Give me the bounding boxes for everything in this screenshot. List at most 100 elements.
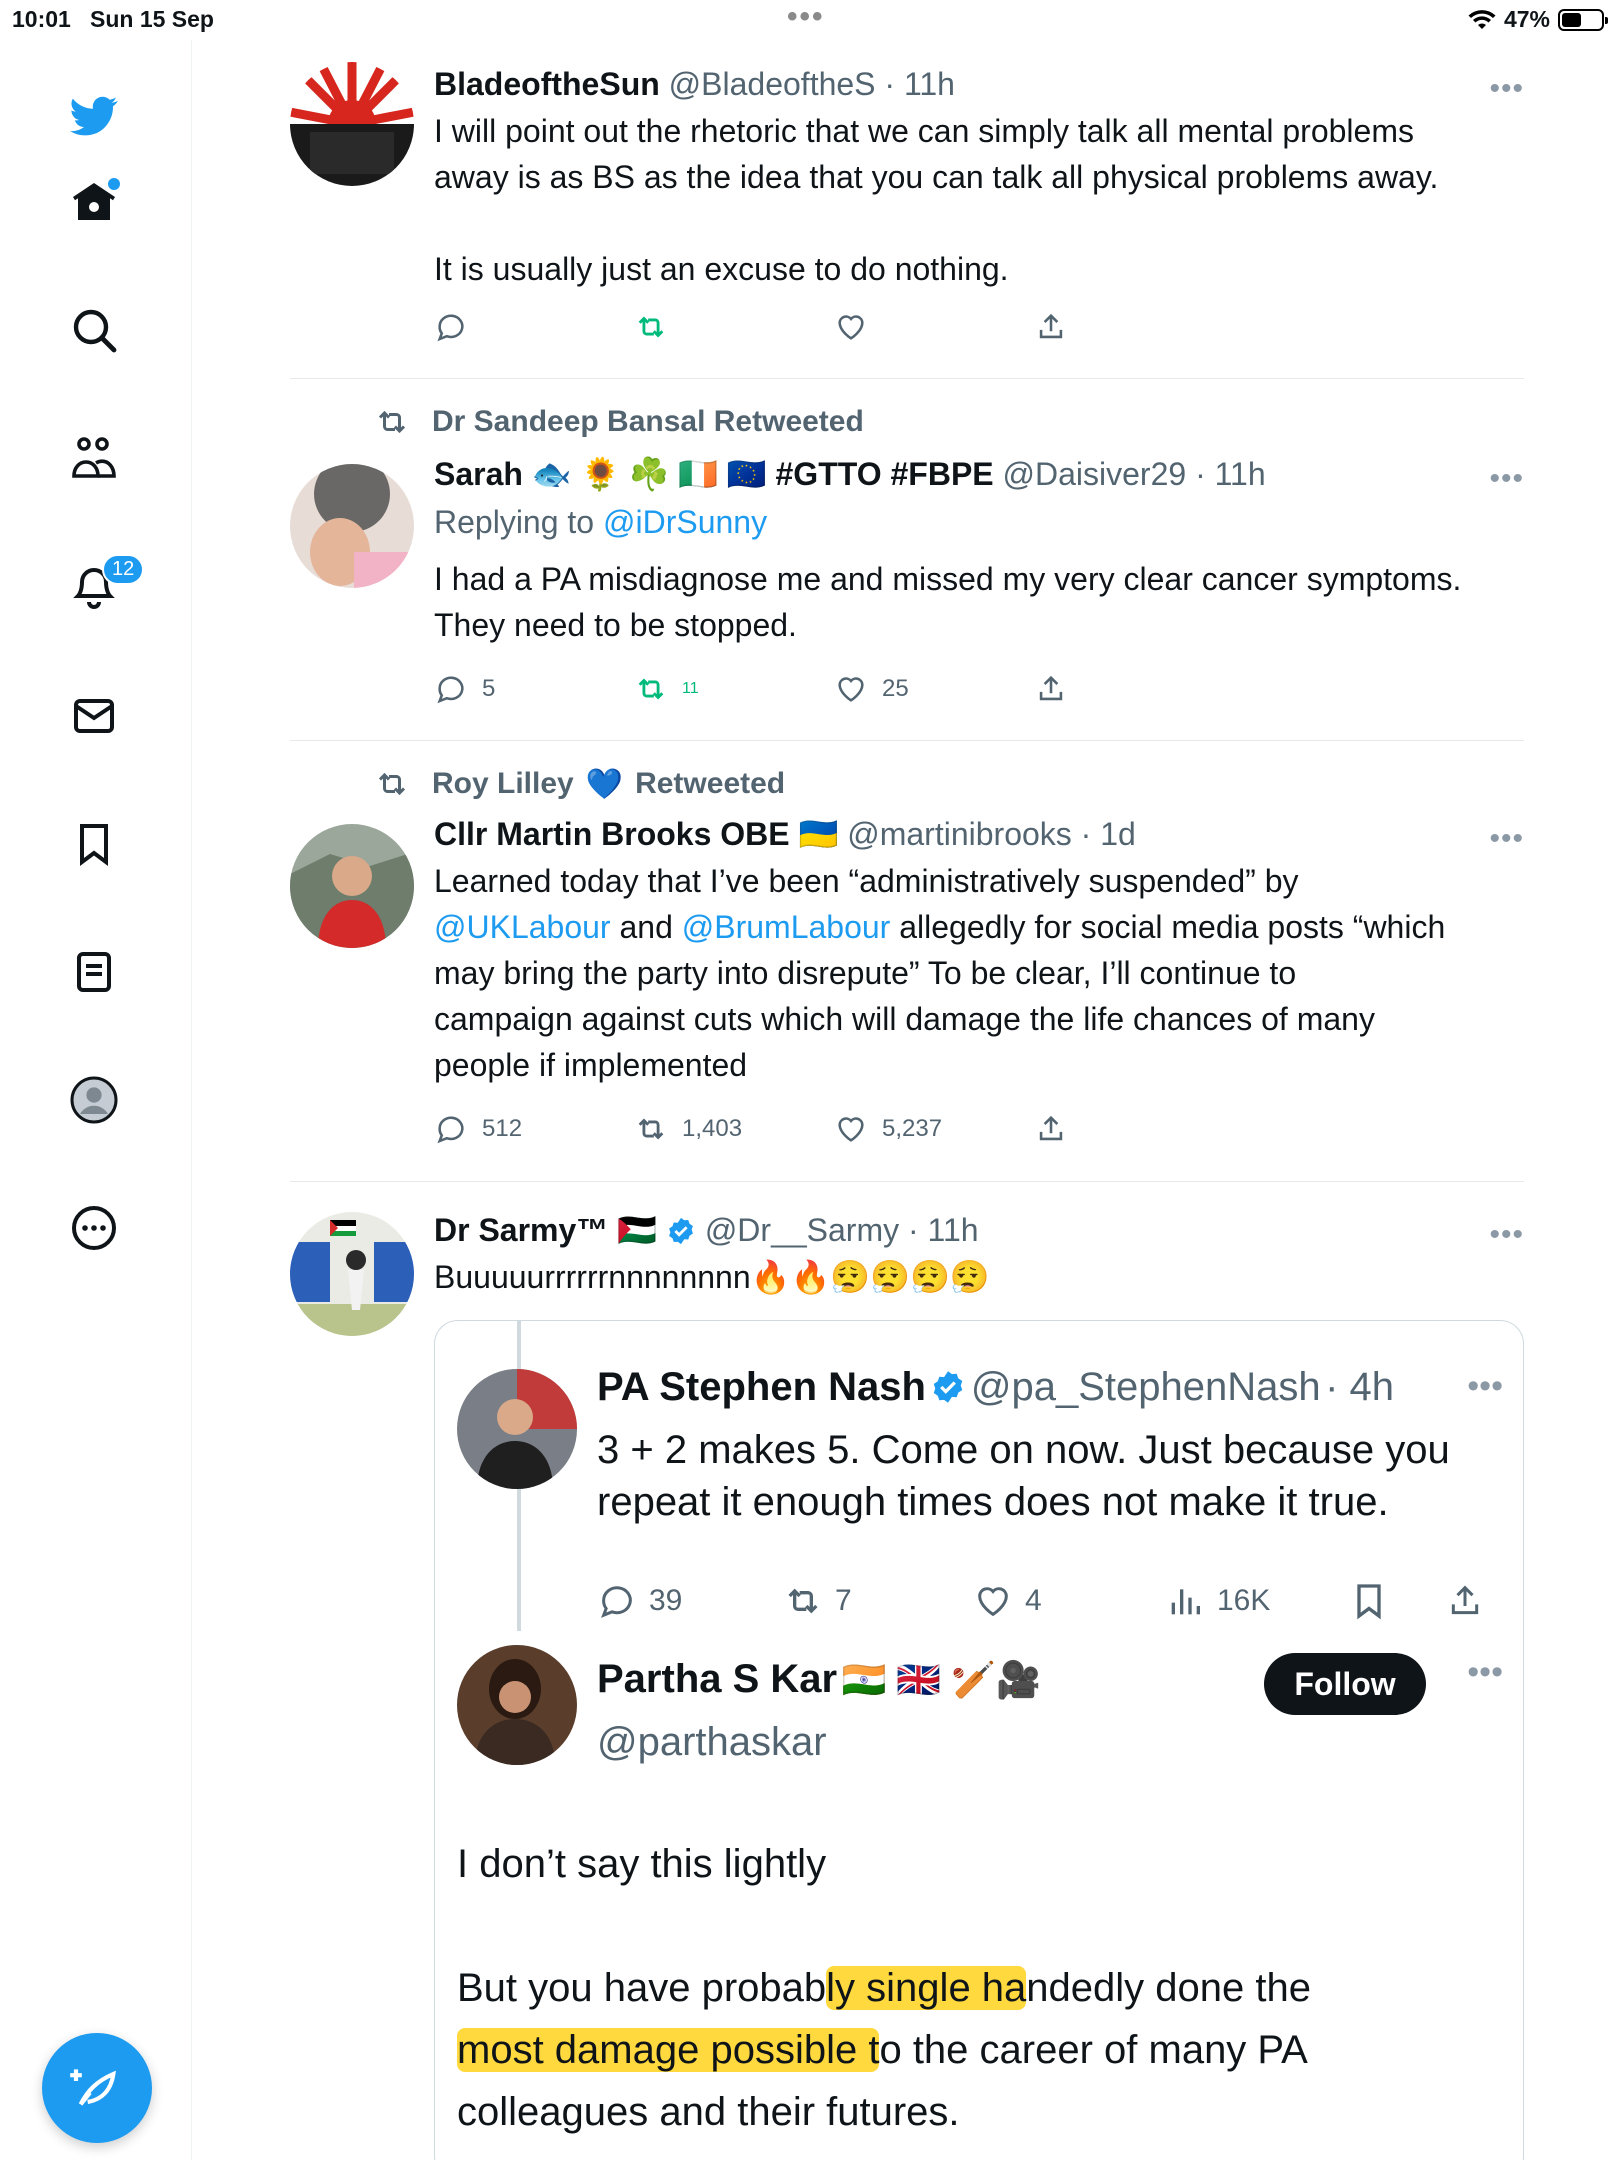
more-options-button[interactable]: ••• [1489, 462, 1524, 496]
like-count: 25 [882, 675, 909, 702]
wifi-icon [1468, 9, 1496, 29]
tweet-time[interactable]: · 11h [884, 66, 955, 102]
quoted-avatar-partha-kar[interactable] [457, 1645, 577, 1765]
profile-avatar-icon[interactable] [66, 1072, 122, 1128]
replying-to-link[interactable]: @iDrSunny [603, 504, 767, 540]
tweet-time[interactable]: · 11h [908, 1212, 979, 1248]
quoted-avatar-stephen-nash[interactable] [457, 1369, 577, 1489]
retweet-button[interactable] [634, 310, 668, 344]
reply-button[interactable]: 39 [597, 1581, 682, 1621]
compose-tweet-button[interactable] [42, 2033, 152, 2143]
status-time: 10:01 Sun 15 Sep [12, 6, 214, 32]
notifications-bell-icon[interactable]: 12 [66, 554, 145, 614]
like-count: 4 [1025, 1584, 1042, 1617]
reply-icon [437, 314, 464, 342]
status-bar: 10:01 Sun 15 Sep ••• 47% [0, 0, 1620, 40]
retweet-button[interactable]: 1,403 [634, 1112, 742, 1146]
tweet-sarah[interactable]: Dr Sandeep Bansal Retweeted Sarah 🐟 🌻 ☘️… [290, 404, 1524, 734]
author-name[interactable]: Partha S Kar [597, 1657, 837, 1701]
more-options-button[interactable]: ••• [1489, 72, 1524, 106]
retweet-button[interactable]: 11 [634, 672, 699, 706]
more-options-button[interactable]: ••• [1467, 1367, 1503, 1406]
reply-button[interactable]: 5 [434, 672, 495, 706]
quoted-tweet-stephen-nash[interactable]: PA Stephen Nash @pa_StephenNash · 4h •••… [597, 1359, 1503, 1620]
like-button[interactable]: 25 [834, 672, 909, 706]
author-handle[interactable]: @parthaskar [597, 1716, 1503, 1768]
retweet-indicator-icon [378, 410, 406, 434]
communities-icon[interactable] [66, 430, 122, 486]
bookmark-icon [1357, 1584, 1381, 1620]
like-button[interactable]: 5,237 [834, 1112, 942, 1146]
author-name[interactable]: Sarah [434, 456, 523, 492]
author-handle[interactable]: @pa_StephenNash [971, 1365, 1321, 1409]
avatar[interactable] [290, 464, 414, 588]
avatar[interactable] [290, 62, 414, 186]
reply-icon [601, 1586, 632, 1618]
mention-uklabour[interactable]: @UKLabour [434, 909, 611, 945]
tweet-bladeofthesun[interactable]: BladeoftheSun @BladeoftheS · 11h ••• I w… [290, 62, 1524, 362]
share-button[interactable] [1034, 672, 1068, 706]
mention-brumlabour[interactable]: @BrumLabour [682, 909, 891, 945]
author-handle[interactable]: @martinibrooks [847, 816, 1072, 852]
lists-icon[interactable] [66, 944, 122, 1000]
multitasking-dots[interactable]: ••• [787, 0, 825, 34]
author-name[interactable]: Dr Sarmy™ [434, 1212, 608, 1248]
quoted-thread-card[interactable]: PA Stephen Nash @pa_StephenNash · 4h •••… [434, 1320, 1524, 2160]
like-count: 5,237 [882, 1115, 943, 1142]
reply-count: 512 [482, 1115, 523, 1142]
author-name[interactable]: PA Stephen Nash [597, 1365, 926, 1409]
divider [290, 740, 1524, 741]
share-button[interactable] [1034, 310, 1068, 344]
retweet-count: 7 [835, 1584, 852, 1617]
author-name[interactable]: Cllr Martin Brooks OBE [434, 816, 790, 852]
tweet-text: I had a PA misdiagnose me and missed my … [434, 561, 1462, 643]
bookmark-button[interactable] [1349, 1581, 1389, 1621]
more-options-icon[interactable] [66, 1200, 122, 1256]
reply-button[interactable] [434, 310, 468, 344]
more-options-button[interactable]: ••• [1467, 1653, 1503, 1692]
tweet-actions: 512 1,403 5,237 [434, 1112, 1524, 1152]
author-handle[interactable]: @Daisiver29 [1003, 456, 1187, 492]
heart-icon [838, 315, 864, 340]
author-handle[interactable]: @Dr__Sarmy [705, 1212, 899, 1248]
author-name[interactable]: BladeoftheSun [434, 66, 660, 102]
author-handle[interactable]: @BladeoftheS [669, 66, 876, 102]
tweet-time[interactable]: · 11h [1195, 456, 1266, 492]
quoted-tweet-text: I don’t say this lightly But you have pr… [457, 1842, 1311, 2134]
highlight: most damage possible t [457, 2028, 880, 2072]
bookmarks-icon[interactable] [66, 816, 122, 872]
divider [290, 1181, 1524, 1182]
retweeted-by-label[interactable]: Roy Lilley 💙 Retweeted [374, 766, 785, 802]
avatar[interactable] [290, 824, 414, 948]
tweet-dr-sarmy[interactable]: Dr Sarmy™ 🇵🇸 @Dr__Sarmy · 11h ••• Buuuuu… [290, 1208, 1524, 1336]
reply-icon [437, 1116, 464, 1144]
home-icon[interactable] [66, 174, 122, 230]
more-options-button[interactable]: ••• [1489, 1218, 1524, 1252]
retweet-count: 11 [682, 680, 699, 697]
avatar[interactable] [290, 1212, 414, 1336]
tweet-time[interactable]: · 4h [1325, 1365, 1394, 1409]
like-button[interactable] [834, 310, 868, 344]
messages-envelope-icon[interactable] [66, 688, 122, 744]
follow-button[interactable]: Follow [1264, 1653, 1426, 1715]
highlight: ly single ha [826, 1966, 1027, 2010]
retweet-button[interactable]: 7 [783, 1581, 852, 1621]
author-name-emoji: 🇵🇸 [617, 1212, 658, 1248]
more-options-button[interactable]: ••• [1489, 822, 1524, 856]
twitter-bird-logo-icon[interactable] [66, 88, 122, 144]
views-bar-chart-icon [1171, 1589, 1200, 1615]
share-button[interactable] [1445, 1581, 1485, 1621]
author-name-emoji: 🐟 🌻 ☘️ 🇮🇪 🇪🇺 [531, 456, 767, 492]
tweet-time[interactable]: · 1d [1081, 816, 1136, 852]
like-button[interactable]: 4 [973, 1581, 1042, 1621]
retweeted-by-label[interactable]: Dr Sandeep Bansal Retweeted [374, 404, 864, 440]
tweet-martin-brooks[interactable]: Roy Lilley 💙 Retweeted Cllr Martin Brook… [290, 766, 1524, 1166]
divider [290, 378, 1524, 379]
reply-button[interactable]: 512 [434, 1112, 522, 1146]
tweet-text: 3 + 2 makes 5. Come on now. Just because… [597, 1428, 1450, 1524]
battery-percent: 47% [1503, 6, 1550, 32]
share-icon [1039, 313, 1063, 339]
views-button[interactable]: 16K [1165, 1581, 1270, 1621]
share-button[interactable] [1034, 1112, 1068, 1146]
search-icon[interactable] [66, 302, 122, 358]
